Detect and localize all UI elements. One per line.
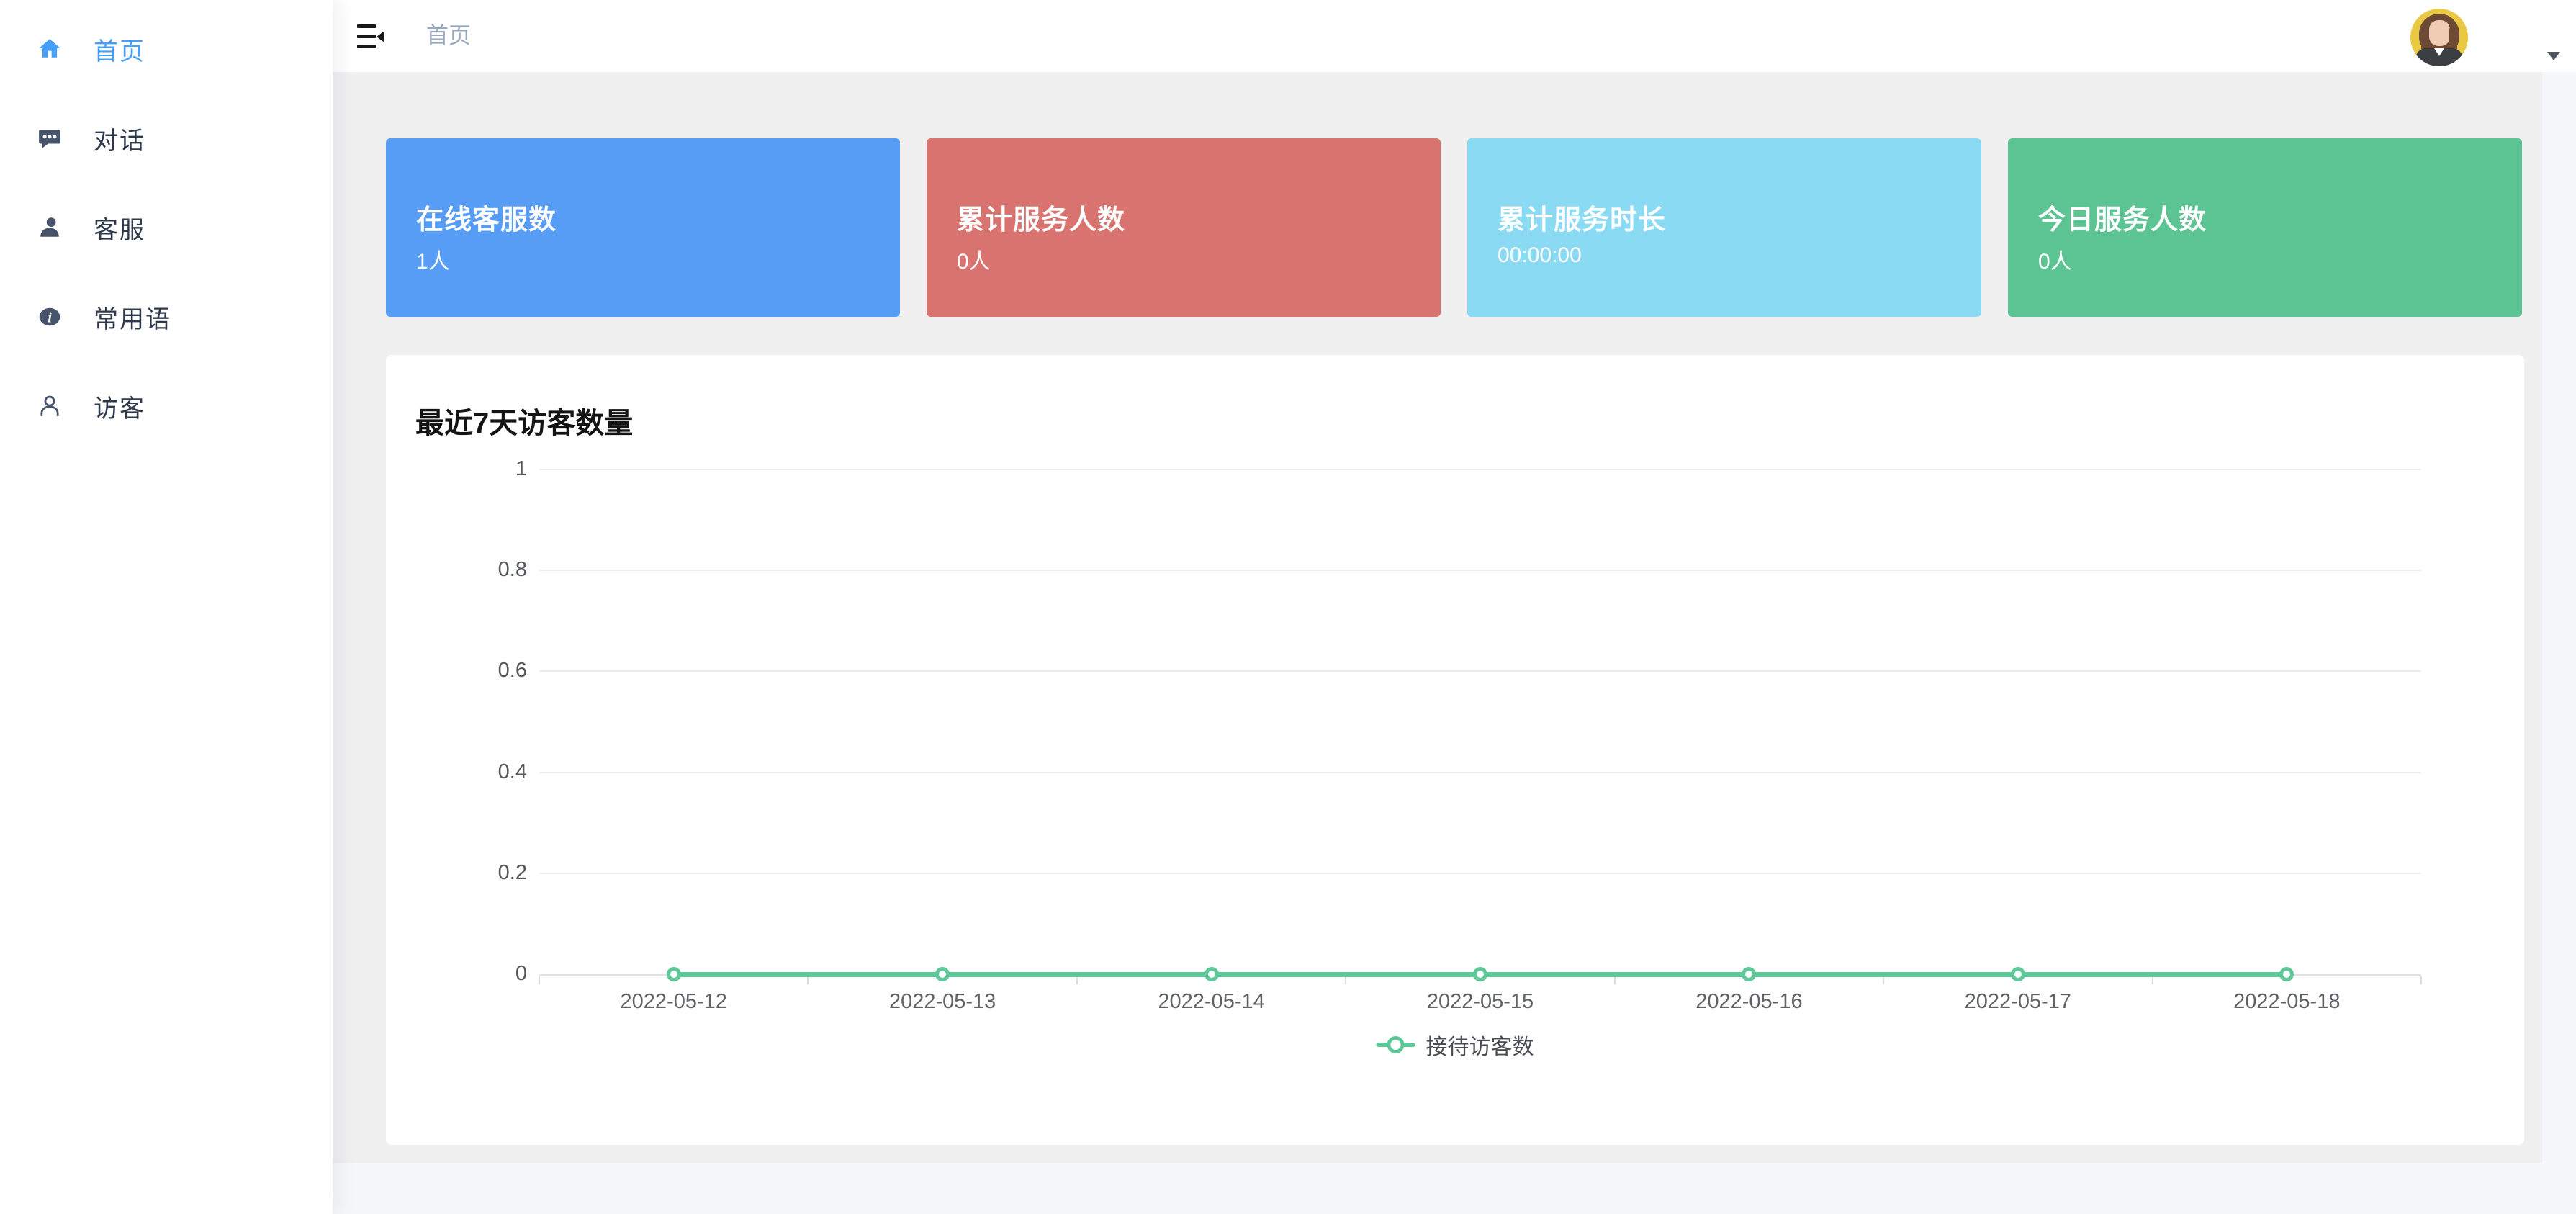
x-axis-label: 2022-05-12 xyxy=(559,990,789,1014)
svg-text:i: i xyxy=(48,310,52,325)
x-axis-tick xyxy=(539,976,540,984)
stat-card-value: 00:00:00 xyxy=(1498,243,1582,268)
sidebar-item-agents[interactable]: 客服 xyxy=(0,183,333,272)
x-axis-label: 2022-05-17 xyxy=(1903,990,2133,1014)
avatar[interactable] xyxy=(2410,9,2468,66)
y-axis-label: 0.2 xyxy=(386,861,527,885)
agent-icon xyxy=(37,215,62,240)
stat-card-value: 1人 xyxy=(416,243,450,275)
stat-card: 今日服务人数 0人 xyxy=(2008,138,2522,317)
header: 首页 xyxy=(333,0,2576,72)
stat-card-value: 0人 xyxy=(957,243,991,275)
x-axis-tick xyxy=(2152,976,2153,984)
home-icon xyxy=(37,37,62,61)
chat-icon xyxy=(37,126,62,150)
sidebar-item-label: 客服 xyxy=(94,210,145,246)
x-axis-label: 2022-05-13 xyxy=(827,990,1058,1014)
y-axis-label: 0.4 xyxy=(386,760,527,784)
data-point-marker[interactable] xyxy=(667,967,681,981)
sidebar-collapse-icon[interactable] xyxy=(357,24,382,50)
gridline xyxy=(539,670,2421,672)
y-axis-label: 1 xyxy=(386,457,527,481)
sidebar-item-phrases[interactable]: i 常用语 xyxy=(0,272,333,361)
y-axis-label: 0.6 xyxy=(386,659,527,683)
sidebar-item-chat[interactable]: 对话 xyxy=(0,94,333,183)
series-line xyxy=(1480,972,1749,977)
breadcrumb[interactable]: 首页 xyxy=(426,0,471,72)
chevron-down-icon[interactable] xyxy=(2547,52,2560,60)
x-axis-label: 2022-05-14 xyxy=(1096,990,1327,1014)
stat-card: 累计服务时长 00:00:00 xyxy=(1467,138,1981,317)
y-axis-label: 0 xyxy=(386,962,527,986)
legend-line-icon xyxy=(1377,1043,1415,1047)
sidebar-item-label: 对话 xyxy=(94,121,145,156)
x-axis-label: 2022-05-18 xyxy=(2171,990,2402,1014)
series-line xyxy=(1749,972,2017,977)
x-axis-tick xyxy=(1614,976,1616,984)
data-point-marker[interactable] xyxy=(935,967,950,981)
series-line xyxy=(942,972,1211,977)
chart-plot-area[interactable]: 0 0.2 0.4 0.6 0.8 1 2022-05-12 2022-05-13 2022-0… xyxy=(386,355,2524,1145)
gridline xyxy=(539,772,2421,773)
sidebar: 首页 对话 客服 i 常用语 xyxy=(0,0,333,1214)
data-point-marker[interactable] xyxy=(1473,967,1487,981)
x-axis-tick xyxy=(2420,976,2422,984)
x-axis-tick xyxy=(1076,976,1078,984)
visitors-chart-panel: 最近7天访客数量 00.20.40.60.812022-05-122022-05… xyxy=(386,355,2524,1145)
data-point-marker[interactable] xyxy=(2279,967,2294,981)
chart-legend[interactable]: 接待访客数 xyxy=(1377,1029,1534,1061)
series-line xyxy=(674,972,942,977)
phrases-icon: i xyxy=(37,305,62,329)
legend-label: 接待访客数 xyxy=(1426,1029,1534,1061)
stat-card-title: 累计服务时长 xyxy=(1498,197,1666,237)
visitor-icon xyxy=(37,394,62,418)
stat-card-title: 累计服务人数 xyxy=(957,197,1125,237)
sidebar-item-label: 常用语 xyxy=(94,300,171,335)
y-axis-label: 0.8 xyxy=(386,558,527,582)
stat-card-title: 在线客服数 xyxy=(416,197,557,237)
sidebar-item-home[interactable]: 首页 xyxy=(0,4,333,94)
stat-card: 累计服务人数 0人 xyxy=(927,138,1441,317)
data-point-marker[interactable] xyxy=(2011,967,2025,981)
x-axis-tick xyxy=(1345,976,1346,984)
x-axis-tick xyxy=(1883,976,1884,984)
gridline xyxy=(539,469,2421,470)
gridline xyxy=(539,873,2421,874)
x-axis-label: 2022-05-16 xyxy=(1634,990,1864,1014)
data-point-marker[interactable] xyxy=(1742,967,1756,981)
stat-card-value: 0人 xyxy=(2038,243,2072,275)
data-point-marker[interactable] xyxy=(1204,967,1219,981)
x-axis-label: 2022-05-15 xyxy=(1365,990,1595,1014)
sidebar-item-label: 访客 xyxy=(94,389,145,424)
stat-card-title: 今日服务人数 xyxy=(2038,197,2207,237)
x-axis-tick xyxy=(807,976,809,984)
series-line xyxy=(1212,972,1480,977)
series-line xyxy=(2018,972,2287,977)
sidebar-item-visitors[interactable]: 访客 xyxy=(0,361,333,451)
gridline xyxy=(539,570,2421,571)
sidebar-item-label: 首页 xyxy=(94,32,145,67)
stat-card: 在线客服数 1人 xyxy=(386,138,900,317)
legend-marker xyxy=(1387,1036,1405,1053)
